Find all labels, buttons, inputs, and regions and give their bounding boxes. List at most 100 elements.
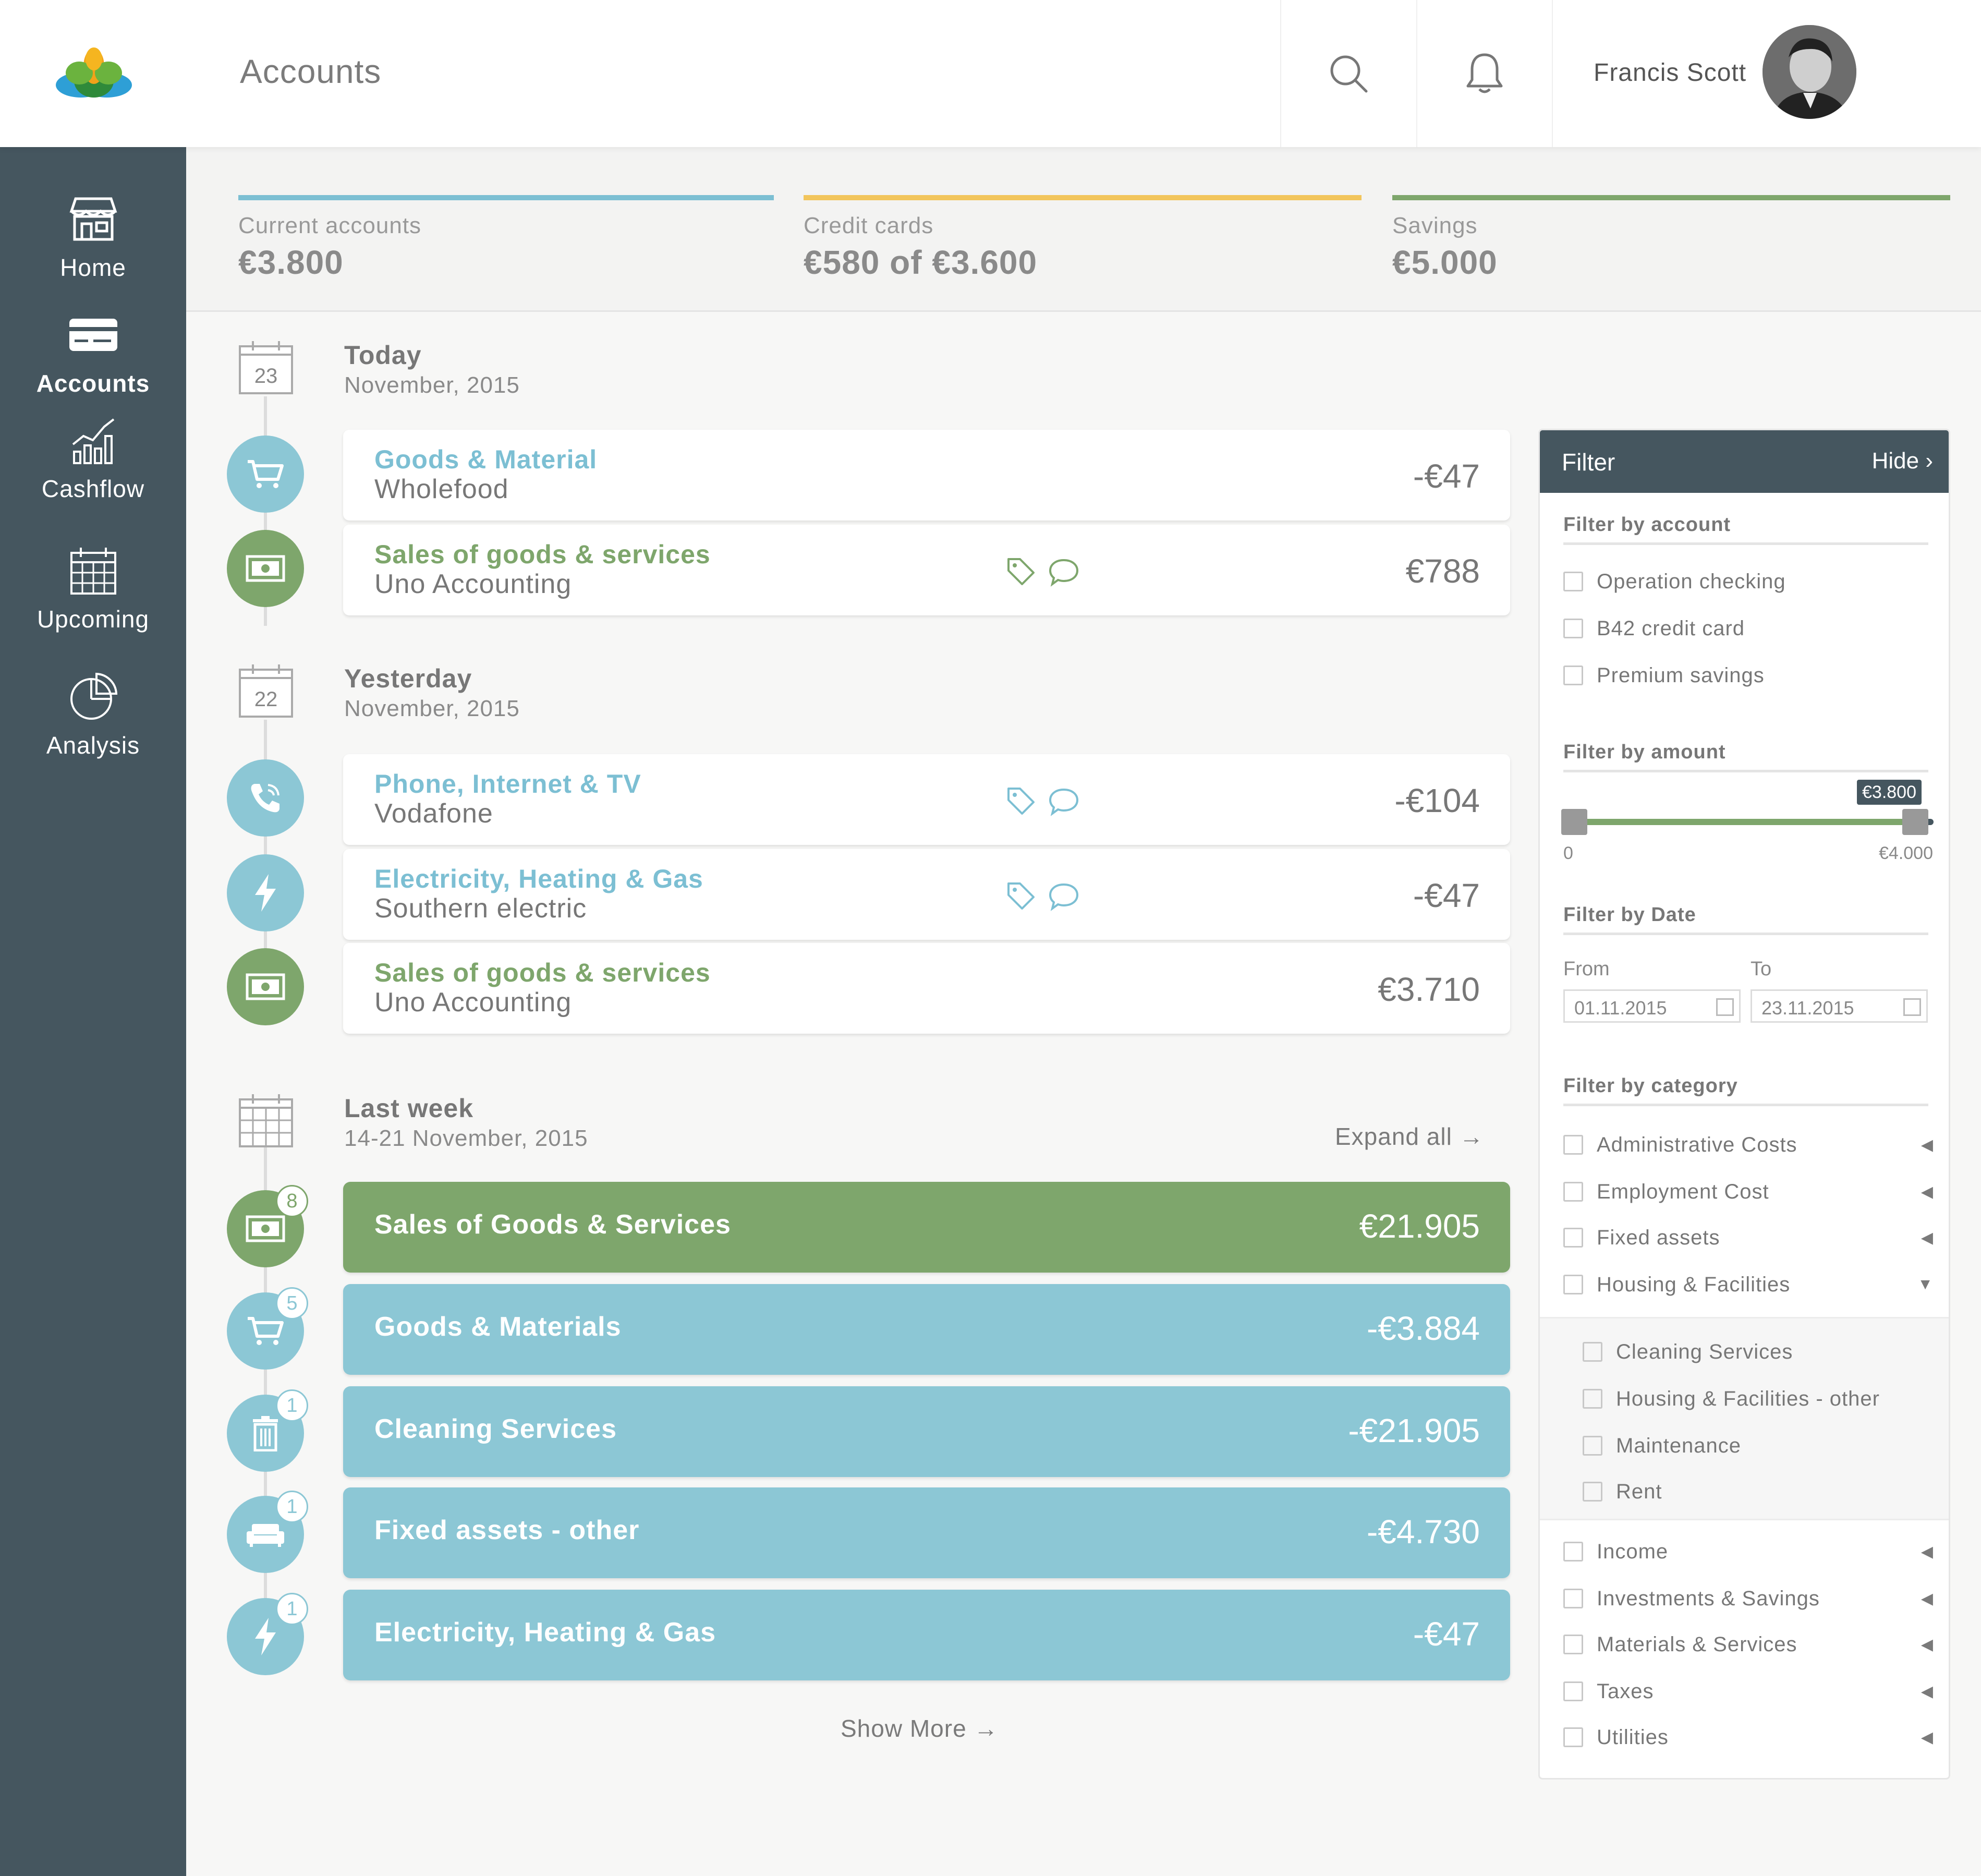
filter-category-option[interactable]: Investments & Savings ◀ xyxy=(1563,1583,1934,1614)
expand-arrow-icon[interactable]: ◀ xyxy=(1921,1636,1934,1654)
filter-subcategory-option[interactable]: Cleaning Services xyxy=(1583,1336,1932,1367)
filter-category-option[interactable]: Materials & Services ◀ xyxy=(1563,1629,1934,1660)
notifications-button[interactable] xyxy=(1417,0,1552,147)
group-header-lastweek: Last week 14-21 November, 2015 xyxy=(344,1093,588,1152)
filter-category-option[interactable]: Taxes ◀ xyxy=(1563,1676,1934,1707)
cash-icon xyxy=(246,555,285,582)
filter-category-option[interactable]: Fixed assets ◀ xyxy=(1563,1222,1934,1253)
checkbox[interactable] xyxy=(1563,665,1583,685)
checkbox[interactable] xyxy=(1563,1681,1583,1701)
show-more-link[interactable]: Show More → xyxy=(841,1714,998,1742)
expand-arrow-icon[interactable]: ◀ xyxy=(1921,1590,1934,1608)
tag-icon[interactable] xyxy=(1005,785,1037,817)
filter-header: Filter Hide › xyxy=(1540,430,1949,493)
app-logo[interactable] xyxy=(52,44,136,102)
search-button[interactable] xyxy=(1280,0,1417,147)
avatar[interactable] xyxy=(1763,25,1856,119)
calendar-icon[interactable] xyxy=(1903,998,1921,1016)
checkbox[interactable] xyxy=(1563,1182,1583,1202)
summary-value: €580 of €3.600 xyxy=(804,244,1038,281)
option-label: Administrative Costs xyxy=(1597,1133,1797,1156)
sidebar-item-cashflow[interactable]: Cashflow xyxy=(0,414,186,539)
summary-credit-cards[interactable]: Credit cards €580 of €3.600 xyxy=(804,195,1362,282)
filter-category-option[interactable]: Employment Cost ◀ xyxy=(1563,1176,1934,1207)
sidebar-item-home[interactable]: Home xyxy=(0,193,186,318)
checkbox[interactable] xyxy=(1583,1482,1602,1502)
transaction-card[interactable]: Electricity, Heating & Gas Southern elec… xyxy=(343,849,1510,940)
expand-all-label: Expand all xyxy=(1335,1123,1452,1150)
transaction-card[interactable]: Sales of goods & services Uno Accounting… xyxy=(343,525,1510,615)
expand-arrow-icon[interactable]: ◀ xyxy=(1921,1229,1934,1247)
lightning-icon xyxy=(255,1618,276,1655)
date-value: 01.11.2015 xyxy=(1574,997,1667,1019)
filter-category-option[interactable]: Housing & Facilities ▼ xyxy=(1563,1269,1934,1300)
checkbox[interactable] xyxy=(1563,572,1583,591)
date-to-input[interactable]: 23.11.2015 xyxy=(1751,989,1928,1023)
expand-arrow-icon[interactable]: ◀ xyxy=(1921,1543,1934,1561)
collapse-arrow-icon[interactable]: ▼ xyxy=(1917,1276,1934,1293)
header-divider xyxy=(1552,0,1553,147)
calendar-icon[interactable] xyxy=(1716,998,1734,1016)
filter-subcategory-option[interactable]: Housing & Facilities - other xyxy=(1583,1383,1932,1414)
slider-handle-max[interactable] xyxy=(1902,809,1928,835)
filter-hide-button[interactable]: Hide › xyxy=(1872,448,1933,474)
transaction-card[interactable]: Phone, Internet & TV Vodafone -€104 xyxy=(343,754,1510,845)
comment-icon[interactable] xyxy=(1048,880,1079,912)
sidebar-item-analysis[interactable]: Analysis xyxy=(0,671,186,796)
expand-arrow-icon[interactable]: ◀ xyxy=(1921,1183,1934,1201)
expand-arrow-icon[interactable]: ◀ xyxy=(1921,1136,1934,1154)
transaction-card[interactable]: Goods & Material Wholefood -€47 xyxy=(343,430,1510,521)
filter-subcategory-option[interactable]: Rent xyxy=(1583,1476,1932,1507)
summary-value: €3.800 xyxy=(238,244,344,281)
expand-arrow-icon[interactable]: ◀ xyxy=(1921,1728,1934,1747)
date-from-input[interactable]: 01.11.2015 xyxy=(1563,989,1741,1023)
checkbox[interactable] xyxy=(1563,1635,1583,1654)
expand-all-link[interactable]: Expand all → xyxy=(1335,1122,1484,1151)
filter-account-option[interactable]: Premium savings xyxy=(1563,660,1934,691)
checkbox[interactable] xyxy=(1583,1389,1602,1409)
checkbox[interactable] xyxy=(1563,1727,1583,1747)
checkbox[interactable] xyxy=(1563,1542,1583,1562)
category-summary-row[interactable]: Cleaning Services -€21.905 xyxy=(343,1386,1510,1477)
user-name[interactable]: Francis Scott xyxy=(1594,58,1746,87)
top-header: Accounts Francis Scott xyxy=(0,0,1981,147)
comment-icon[interactable] xyxy=(1048,785,1079,817)
slider-handle-min[interactable] xyxy=(1561,809,1587,835)
tag-icon[interactable] xyxy=(1005,880,1037,912)
filter-subcategory-option[interactable]: Maintenance xyxy=(1583,1430,1932,1461)
filter-account-option[interactable]: B42 credit card xyxy=(1563,613,1934,644)
amount-slider[interactable] xyxy=(1561,809,1934,835)
summary-current-accounts[interactable]: Current accounts €3.800 xyxy=(238,195,774,282)
sidebar-item-upcoming[interactable]: Upcoming xyxy=(0,544,186,670)
filter-account-option[interactable]: Operation checking xyxy=(1563,566,1934,597)
category-summary-row[interactable]: Electricity, Heating & Gas -€47 xyxy=(343,1590,1510,1680)
category-summary-row[interactable]: Fixed assets - other -€4.730 xyxy=(343,1487,1510,1578)
tag-icon[interactable] xyxy=(1005,556,1037,587)
filter-category-option[interactable]: Administrative Costs ◀ xyxy=(1563,1129,1934,1160)
phone-icon xyxy=(251,784,279,813)
checkbox[interactable] xyxy=(1563,1135,1583,1155)
account-summary: Current accounts €3.800 Credit cards €58… xyxy=(186,147,1981,312)
filter-panel: Filter Hide › Filter by account Operatio… xyxy=(1538,429,1950,1780)
expand-arrow-icon[interactable]: ◀ xyxy=(1921,1683,1934,1701)
checkbox[interactable] xyxy=(1563,1275,1583,1294)
summary-bar xyxy=(804,195,1362,200)
filter-category-option[interactable]: Income ◀ xyxy=(1563,1536,1934,1567)
filter-hide-label: Hide xyxy=(1871,448,1919,474)
count-badge: 1 xyxy=(276,1593,308,1625)
checkbox[interactable] xyxy=(1563,619,1583,638)
transaction-card[interactable]: Sales of goods & services Uno Accounting… xyxy=(343,943,1510,1034)
checkbox[interactable] xyxy=(1563,1589,1583,1608)
filter-category-option[interactable]: Utilities ◀ xyxy=(1563,1722,1934,1753)
category-circle xyxy=(227,854,304,931)
page-title: Accounts xyxy=(240,53,382,90)
summary-savings[interactable]: Savings €5.000 xyxy=(1392,195,1950,282)
checkbox[interactable] xyxy=(1563,1228,1583,1248)
comment-icon[interactable] xyxy=(1048,556,1079,587)
checkbox[interactable] xyxy=(1583,1342,1602,1362)
checkbox[interactable] xyxy=(1583,1436,1602,1456)
category-summary-row[interactable]: Goods & Materials -€3.884 xyxy=(343,1284,1510,1375)
category-summary-row[interactable]: Sales of Goods & Services €21.905 xyxy=(343,1182,1510,1273)
date-to-label: To xyxy=(1751,958,1772,980)
lightning-icon xyxy=(255,874,276,912)
